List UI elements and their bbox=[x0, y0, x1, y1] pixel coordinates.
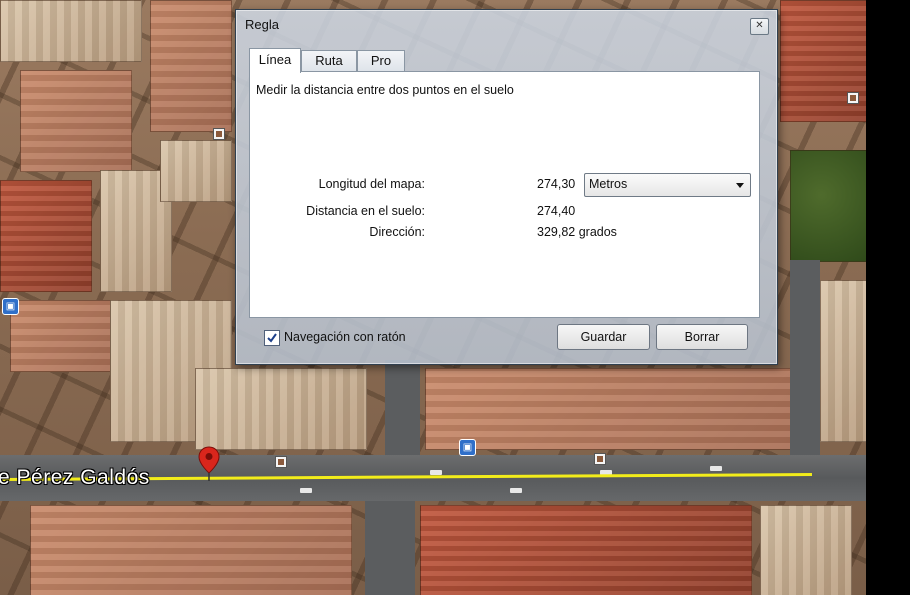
road bbox=[385, 360, 420, 460]
ground-distance-value: 274,40 bbox=[537, 204, 576, 218]
ruler-dialog: Regla ✕ Línea Ruta Pro Medir la distanci… bbox=[235, 9, 778, 365]
building-block bbox=[160, 140, 232, 202]
close-icon: ✕ bbox=[755, 20, 764, 31]
mouse-navigation-checkbox[interactable] bbox=[264, 330, 280, 346]
building-block bbox=[20, 70, 132, 172]
building-block bbox=[420, 505, 752, 595]
direction-label: Dirección: bbox=[369, 225, 425, 239]
place-marker-icon[interactable] bbox=[594, 453, 606, 465]
clear-button[interactable]: Borrar bbox=[656, 324, 748, 350]
place-marker-icon[interactable] bbox=[275, 456, 287, 468]
building-block bbox=[0, 0, 142, 62]
checkmark-icon bbox=[267, 333, 277, 343]
building-block bbox=[10, 300, 112, 372]
map-length-value: 274,30 bbox=[537, 177, 576, 191]
building-block bbox=[195, 368, 367, 450]
car bbox=[710, 466, 722, 471]
unit-select[interactable]: Metros bbox=[584, 173, 751, 197]
tab-ruta[interactable]: Ruta bbox=[301, 50, 357, 71]
building-block bbox=[30, 505, 352, 595]
place-marker-icon[interactable] bbox=[847, 92, 859, 104]
tab-panel-linea: Medir la distancia entre dos puntos en e… bbox=[249, 71, 760, 318]
building-block bbox=[150, 0, 232, 132]
building-block bbox=[760, 505, 852, 595]
building-block bbox=[0, 180, 92, 292]
map-length-label: Longitud del mapa: bbox=[318, 177, 425, 191]
bus-stop-icon[interactable]: ▣ bbox=[2, 298, 19, 315]
mouse-navigation-label: Navegación con ratón bbox=[284, 330, 406, 344]
tab-linea[interactable]: Línea bbox=[249, 48, 301, 73]
place-marker-icon[interactable] bbox=[213, 128, 225, 140]
car bbox=[300, 488, 312, 493]
building-block bbox=[425, 368, 807, 450]
dialog-title: Regla bbox=[245, 17, 279, 32]
location-pin-icon[interactable] bbox=[198, 446, 220, 482]
street-name-label: e Pérez Galdós bbox=[0, 466, 150, 489]
car bbox=[510, 488, 522, 493]
park bbox=[790, 150, 866, 262]
bus-stop-icon[interactable]: ▣ bbox=[459, 439, 476, 456]
save-button[interactable]: Guardar bbox=[557, 324, 650, 350]
road bbox=[365, 500, 415, 595]
unit-select-value: Metros bbox=[589, 177, 628, 191]
direction-value: 329,82 grados bbox=[537, 225, 617, 239]
ground-distance-label: Distancia en el suelo: bbox=[306, 204, 425, 218]
road bbox=[790, 260, 820, 460]
tab-pro[interactable]: Pro bbox=[357, 50, 405, 71]
chevron-down-icon bbox=[736, 183, 744, 188]
panel-description: Medir la distancia entre dos puntos en e… bbox=[256, 83, 514, 97]
car bbox=[430, 470, 442, 475]
dialog-titlebar[interactable]: Regla ✕ bbox=[236, 10, 777, 40]
building-block bbox=[820, 280, 866, 442]
close-button[interactable]: ✕ bbox=[750, 18, 769, 35]
